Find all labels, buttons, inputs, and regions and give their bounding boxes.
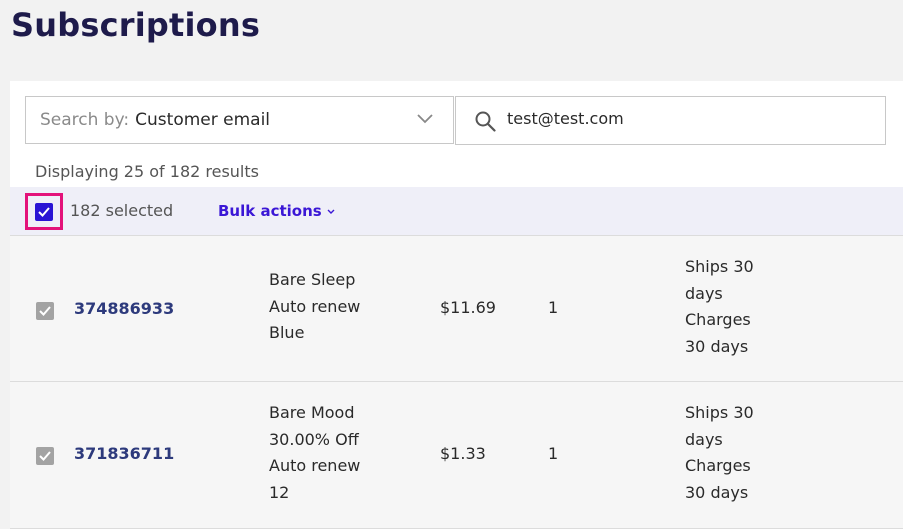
search-by-prefix: Search by: bbox=[40, 110, 130, 130]
quantity-cell: 1 bbox=[548, 298, 559, 317]
bulk-actions-button[interactable]: Bulk actions bbox=[218, 202, 335, 220]
price-cell: $11.69 bbox=[440, 298, 496, 317]
product-cell: Bare Mood 30.00% Off Auto renew 12 bbox=[269, 400, 360, 506]
product-line: Auto renew bbox=[269, 296, 361, 316]
product-line: 12 bbox=[269, 482, 290, 502]
subscription-id-link[interactable]: 371836711 bbox=[74, 444, 174, 463]
selected-count: 182 selected bbox=[70, 201, 174, 220]
chevron-down-icon bbox=[417, 114, 433, 124]
schedule-line: Charges bbox=[685, 456, 751, 475]
page-title: Subscriptions bbox=[11, 6, 261, 44]
product-line: Auto renew bbox=[269, 456, 361, 475]
table-row[interactable]: 371836711 Bare Mood 30.00% Off Auto rene… bbox=[10, 382, 903, 529]
search-query: test@test.com bbox=[507, 109, 624, 128]
row-checkbox[interactable] bbox=[36, 447, 54, 465]
subscriptions-panel: Search by: Customer email test@test.com … bbox=[10, 81, 903, 529]
bulk-action-bar: 182 selected Bulk actions bbox=[10, 187, 903, 236]
product-line: 30.00% Off bbox=[269, 429, 359, 449]
schedule-line: Ships 30 bbox=[685, 403, 754, 422]
chevron-down-icon bbox=[327, 209, 335, 214]
schedule-cell: Ships 30 days Charges 30 days bbox=[685, 400, 754, 506]
table-row[interactable]: 374886933 Bare Sleep Auto renew Blue $11… bbox=[10, 236, 903, 382]
schedule-cell: Ships 30 days Charges 30 days bbox=[685, 254, 754, 360]
product-cell: Bare Sleep Auto renew Blue bbox=[269, 267, 360, 347]
search-by-select[interactable]: Search by: Customer email bbox=[25, 96, 454, 144]
product-line: Bare Sleep bbox=[269, 270, 356, 289]
search-icon bbox=[475, 111, 496, 132]
subscription-id-link[interactable]: 374886933 bbox=[74, 299, 174, 318]
schedule-line: Charges bbox=[685, 310, 751, 329]
schedule-line: Ships 30 bbox=[685, 257, 754, 276]
checkmark-icon bbox=[38, 207, 50, 217]
select-all-checkbox[interactable] bbox=[35, 203, 53, 221]
checkmark-icon bbox=[39, 451, 51, 461]
search-by-value: Customer email bbox=[135, 110, 271, 130]
row-checkbox[interactable] bbox=[36, 302, 54, 320]
schedule-line: 30 days bbox=[685, 482, 749, 502]
product-line: Bare Mood bbox=[269, 403, 355, 422]
price-cell: $1.33 bbox=[440, 444, 486, 463]
quantity-cell: 1 bbox=[548, 444, 559, 463]
results-count: Displaying 25 of 182 results bbox=[35, 162, 259, 181]
schedule-line: 30 days bbox=[685, 336, 749, 356]
schedule-line: days bbox=[685, 283, 723, 303]
bulk-actions-label: Bulk actions bbox=[218, 202, 322, 220]
checkmark-icon bbox=[39, 306, 51, 316]
schedule-line: days bbox=[685, 429, 723, 449]
product-line: Blue bbox=[269, 323, 305, 342]
search-input[interactable]: test@test.com bbox=[455, 96, 886, 145]
